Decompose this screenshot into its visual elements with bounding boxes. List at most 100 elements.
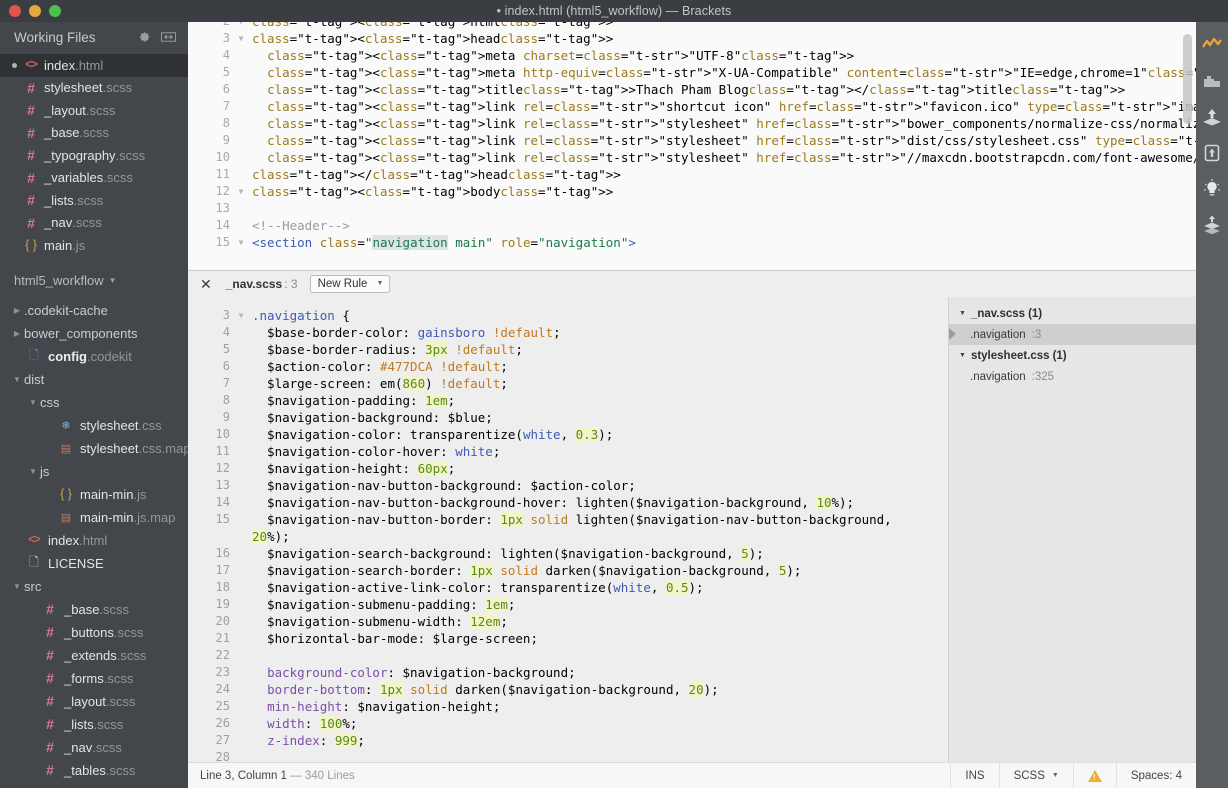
tree-file[interactable]: #_base.scss (0, 598, 188, 621)
code-line[interactable]: 21 $horizontal-bar-mode: $large-screen; (188, 630, 948, 647)
fold-marker[interactable] (234, 358, 248, 375)
fold-marker[interactable] (234, 217, 248, 234)
fold-marker[interactable] (234, 166, 248, 183)
split-view-icon[interactable] (161, 31, 176, 43)
chevron-right-icon[interactable]: ▶ (10, 329, 24, 338)
fold-marker[interactable] (234, 477, 248, 494)
code-line[interactable]: 16 $navigation-search-background: lighte… (188, 545, 948, 562)
fold-marker[interactable] (234, 681, 248, 698)
fold-marker[interactable] (234, 375, 248, 392)
code-line[interactable]: 19 $navigation-submenu-padding: 1em; (188, 596, 948, 613)
deploy-icon[interactable] (1201, 142, 1223, 164)
fold-marker[interactable]: ▼ (234, 30, 248, 47)
code-line[interactable]: 28 (188, 749, 948, 762)
chevron-down-icon[interactable]: ▼ (10, 582, 24, 591)
code-line[interactable]: 11 $navigation-color-hover: white; (188, 443, 948, 460)
upload-icon[interactable] (1201, 106, 1223, 128)
new-rule-button[interactable]: New Rule ▼ (310, 275, 391, 293)
related-file-group[interactable]: ▼stylesheet.css (1) (949, 345, 1196, 366)
layers-icon[interactable] (1201, 214, 1223, 236)
code-line[interactable]: 4 $base-border-color: gainsboro !default… (188, 324, 948, 341)
lightbulb-icon[interactable] (1201, 178, 1223, 200)
fold-marker[interactable]: ▼ (234, 234, 248, 250)
code-line[interactable]: 15 $navigation-nav-button-border: 1px so… (188, 511, 948, 528)
code-line[interactable]: 18 $navigation-active-link-color: transp… (188, 579, 948, 596)
code-line[interactable]: 20 $navigation-submenu-width: 12em; (188, 613, 948, 630)
chevron-down-icon[interactable]: ▼ (26, 398, 40, 407)
html-editor-pane[interactable]: 2▼class="t-tag"><class="t-tag">htmlclass… (188, 22, 1196, 250)
working-file-item[interactable]: { }main.js (0, 234, 188, 257)
working-file-item[interactable]: #_lists.scss (0, 189, 188, 212)
code-line[interactable]: 3▼class="t-tag"><class="t-tag">headclass… (188, 30, 1196, 47)
fold-marker[interactable] (234, 715, 248, 732)
tree-folder[interactable]: ▼src (0, 575, 188, 598)
fold-marker[interactable] (234, 647, 248, 664)
fold-marker[interactable]: ▼ (234, 307, 248, 324)
warning-indicator[interactable] (1073, 763, 1116, 788)
code-line[interactable]: 25 min-height: $navigation-height; (188, 698, 948, 715)
tree-folder[interactable]: ▼dist (0, 368, 188, 391)
working-file-item[interactable]: #_variables.scss (0, 167, 188, 190)
working-file-item[interactable]: #stylesheet.scss (0, 77, 188, 100)
code-line[interactable]: 14<!--Header--> (188, 217, 1196, 234)
fold-marker[interactable] (234, 115, 248, 132)
extension-manager-icon[interactable] (1201, 70, 1223, 92)
tree-file[interactable]: ❄stylesheet.css (0, 414, 188, 437)
code-line[interactable]: 7 class="t-tag"><class="t-tag">link rel=… (188, 98, 1196, 115)
code-line[interactable]: 15▼<section class="navigation main" role… (188, 234, 1196, 250)
fold-marker[interactable] (234, 443, 248, 460)
fold-marker[interactable] (234, 732, 248, 749)
code-line[interactable]: 5 class="t-tag"><class="t-tag">meta http… (188, 64, 1196, 81)
minimize-window-button[interactable] (29, 5, 41, 17)
code-line[interactable]: 7 $large-screen: em(860) !default; (188, 375, 948, 392)
tree-file[interactable]: #_buttons.scss (0, 621, 188, 644)
code-line[interactable]: 24 border-bottom: 1px solid darken($navi… (188, 681, 948, 698)
chevron-down-icon[interactable]: ▼ (26, 467, 40, 476)
code-line[interactable]: 9 $navigation-background: $blue; (188, 409, 948, 426)
fold-marker[interactable] (234, 613, 248, 630)
code-line[interactable]: 26 width: 100%; (188, 715, 948, 732)
tree-folder[interactable]: ▶.codekit-cache (0, 299, 188, 322)
scss-code-pane[interactable]: 3▼.navigation {4 $base-border-color: gai… (188, 297, 948, 762)
working-file-item[interactable]: #_nav.scss (0, 212, 188, 235)
tree-file[interactable]: <>index.html (0, 529, 188, 552)
working-file-item[interactable]: #_typography.scss (0, 144, 188, 167)
tree-file[interactable]: #_tables.scss (0, 759, 188, 782)
code-line[interactable]: 8 $navigation-padding: 1em; (188, 392, 948, 409)
code-line[interactable]: 5 $base-border-radius: 3px !default; (188, 341, 948, 358)
maximize-window-button[interactable] (49, 5, 61, 17)
tree-file[interactable]: #_lists.scss (0, 713, 188, 736)
editor-vertical-scrollbar[interactable] (1183, 34, 1192, 124)
fold-marker[interactable] (234, 698, 248, 715)
fold-marker[interactable] (234, 132, 248, 149)
tree-file[interactable]: #_forms.scss (0, 667, 188, 690)
related-file-group[interactable]: ▼_nav.scss (1) (949, 303, 1196, 324)
tree-file[interactable]: #_layout.scss (0, 690, 188, 713)
working-file-item[interactable]: #_base.scss (0, 122, 188, 145)
fold-marker[interactable] (234, 749, 248, 762)
code-line[interactable]: 12 $navigation-height: 60px; (188, 460, 948, 477)
language-selector[interactable]: SCSS ▼ (999, 763, 1073, 788)
fold-marker[interactable] (234, 47, 248, 64)
close-window-button[interactable] (9, 5, 21, 17)
right-toolbar[interactable] (1196, 22, 1228, 788)
related-rule-item[interactable]: .navigation:325 (949, 366, 1196, 387)
code-line[interactable]: 6 $action-color: #477DCA !default; (188, 358, 948, 375)
live-preview-icon[interactable] (1201, 34, 1223, 56)
code-line[interactable]: 3▼.navigation { (188, 307, 948, 324)
fold-marker[interactable] (234, 392, 248, 409)
tree-file[interactable]: #_extends.scss (0, 644, 188, 667)
fold-marker[interactable] (234, 341, 248, 358)
chevron-down-icon[interactable]: ▼ (959, 352, 966, 359)
code-line[interactable]: 2▼class="t-tag"><class="t-tag">htmlclass… (188, 22, 1196, 30)
fold-marker[interactable]: ▼ (234, 183, 248, 200)
tree-file[interactable]: { }main-min.js (0, 483, 188, 506)
chevron-down-icon[interactable]: ▼ (10, 375, 24, 384)
fold-marker[interactable]: ▼ (234, 22, 248, 30)
project-header[interactable]: html5_workflow ▼ (0, 267, 188, 295)
code-line[interactable]: 10 class="t-tag"><class="t-tag">link rel… (188, 149, 1196, 166)
fold-marker[interactable] (234, 545, 248, 562)
code-line[interactable]: 12▼class="t-tag"><class="t-tag">bodyclas… (188, 183, 1196, 200)
fold-marker[interactable] (234, 579, 248, 596)
tree-file[interactable]: 🗋LICENSE (0, 552, 188, 575)
